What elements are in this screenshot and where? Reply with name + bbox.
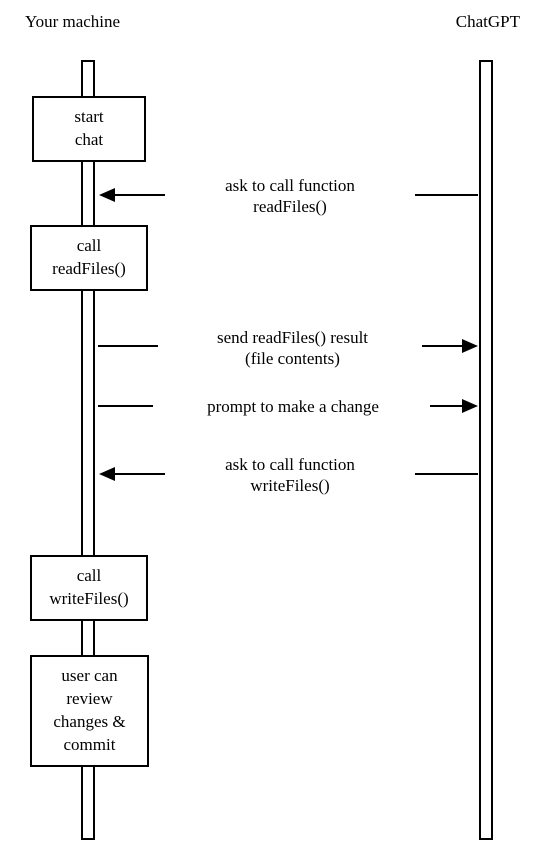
arrow-right-icon xyxy=(462,399,478,413)
box-start-chat: startchat xyxy=(32,96,146,162)
msg-line-send-result-right xyxy=(422,345,462,347)
arrow-left-icon xyxy=(99,188,115,202)
arrow-right-icon xyxy=(462,339,478,353)
arrow-left-icon xyxy=(99,467,115,481)
box-call-writefiles: callwriteFiles() xyxy=(30,555,148,621)
msg-line-ask-writefiles-right xyxy=(415,473,478,475)
msg-text-prompt-change: prompt to make a change xyxy=(158,396,428,417)
msg-text-ask-writefiles: ask to call functionwriteFiles() xyxy=(170,454,410,497)
msg-line-prompt-change-left xyxy=(98,405,153,407)
msg-text-send-result: send readFiles() result(file contents) xyxy=(165,327,420,370)
msg-line-ask-readfiles-right xyxy=(415,194,478,196)
participant-left-label: Your machine xyxy=(25,12,120,32)
msg-line-send-result-left xyxy=(98,345,158,347)
msg-line-ask-writefiles-left xyxy=(115,473,165,475)
msg-text-ask-readfiles: ask to call functionreadFiles() xyxy=(170,175,410,218)
box-call-readfiles: callreadFiles() xyxy=(30,225,148,291)
box-review-commit: user canreviewchanges &commit xyxy=(30,655,149,767)
lifeline-chatgpt xyxy=(479,60,493,840)
msg-line-ask-readfiles-left xyxy=(115,194,165,196)
msg-line-prompt-change-right xyxy=(430,405,463,407)
participant-right-label: ChatGPT xyxy=(456,12,520,32)
